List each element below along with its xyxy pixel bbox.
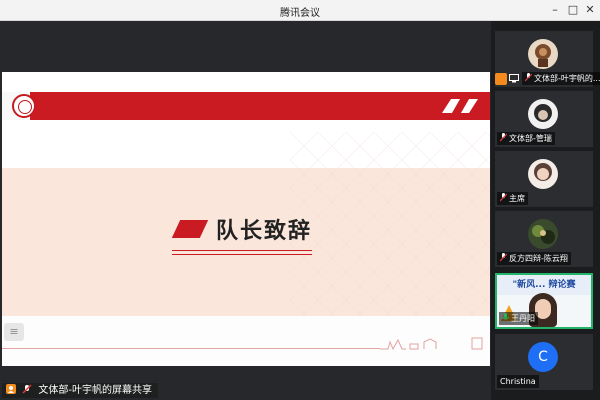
mic-active-icon: [502, 313, 509, 320]
participant-tile[interactable]: 主席: [495, 151, 593, 207]
mic-muted-icon: [500, 133, 507, 142]
host-badge: [495, 73, 507, 85]
list-menu-icon[interactable]: ≡: [4, 323, 24, 341]
slide-footer-line: [2, 348, 380, 349]
slide-heading-text: 队长致辞: [216, 218, 313, 244]
presentation-slide: 队长致辞: [2, 72, 490, 366]
screen-share-indicator: 文体部-叶宇帆的屏幕共享: [2, 383, 158, 398]
close-icon[interactable]: ✕: [583, 3, 597, 17]
screen-share-icon: [509, 74, 519, 83]
avatar: C: [528, 342, 558, 372]
participant-name-label: 文体部-管瑞: [497, 132, 555, 145]
mic-muted-icon: [525, 73, 532, 82]
university-logo: [12, 94, 36, 118]
window-title: 腾讯会议: [280, 8, 320, 19]
participant-tile[interactable]: 文体部-叶宇帆的...: [495, 31, 600, 87]
mic-muted-icon: [500, 193, 507, 202]
video-banner-text: "新风... 辩论赛: [497, 275, 591, 295]
slide-header-bar: [2, 92, 490, 120]
avatar: [528, 219, 558, 249]
avatar: [528, 39, 558, 69]
participant-name-label: 王丹阳: [499, 312, 538, 325]
slide-heading: 队长致辞: [171, 212, 352, 255]
participant-tile[interactable]: 反方四辩-陈云翔: [495, 211, 593, 267]
maximize-icon[interactable]: □: [566, 3, 580, 17]
campus-skyline-logo: [380, 336, 490, 352]
participant-name-label: 主席: [497, 192, 528, 205]
share-bar-text: 文体部-叶宇帆的屏幕共享: [38, 385, 152, 396]
participant-tile[interactable]: 文体部-管瑞: [495, 91, 593, 147]
avatar: [528, 99, 558, 129]
user-icon: [6, 384, 16, 394]
participant-sidebar: 文体部-叶宇帆的... 文体部-管瑞 主席 反方四辩-陈云翔 "新风... 辩论…: [491, 21, 600, 400]
participant-name-label: Christina: [497, 375, 539, 388]
participant-name-label: 文体部-叶宇帆的...: [522, 72, 600, 85]
window-titlebar: 腾讯会议 – □ ✕: [0, 0, 600, 21]
participant-tile[interactable]: C Christina: [495, 334, 593, 390]
skyline-icon: [380, 337, 483, 351]
avatar: [528, 159, 558, 189]
minimize-icon[interactable]: –: [548, 3, 562, 17]
participant-name-label: 反方四辩-陈云翔: [497, 252, 571, 265]
participant-tile-active-speaker[interactable]: "新风... 辩论赛 王丹阳: [495, 273, 593, 329]
shared-screen-area[interactable]: 队长致辞 ≡: [0, 21, 491, 400]
mic-muted-icon: [500, 253, 507, 262]
mic-muted-icon: [22, 384, 32, 394]
heading-marker-icon: [171, 220, 209, 238]
